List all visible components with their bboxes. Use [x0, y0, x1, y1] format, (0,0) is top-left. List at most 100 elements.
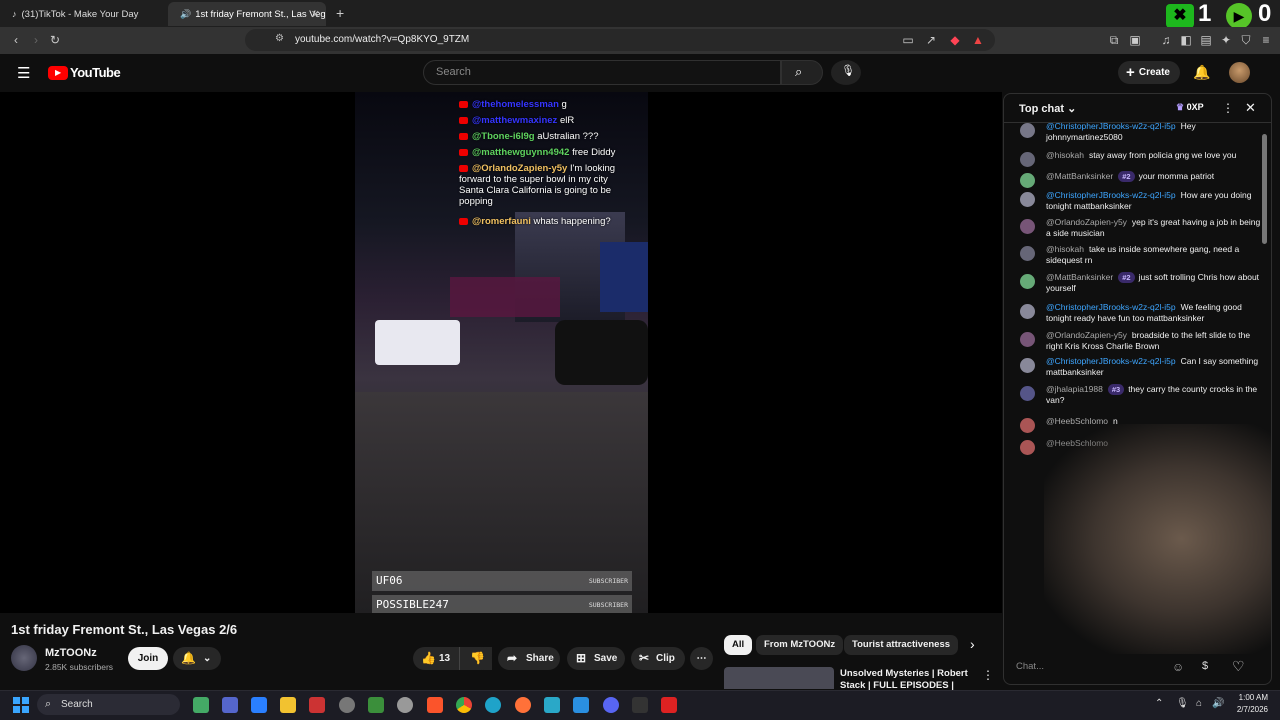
clock-date[interactable]: 2/7/2026: [1232, 705, 1268, 714]
chevron-up-icon[interactable]: ⌃: [1155, 698, 1163, 709]
share-button[interactable]: ➦ Share: [498, 647, 560, 670]
close-chat-icon[interactable]: ✕: [1245, 100, 1256, 116]
chat-author[interactable]: @hisokah: [1046, 244, 1084, 254]
clock-time[interactable]: 1:00 AM: [1234, 693, 1268, 702]
super-chat-icon[interactable]: $: [1202, 660, 1208, 672]
network-icon[interactable]: ⌂: [1196, 698, 1202, 709]
chat-author[interactable]: @hisokah: [1046, 150, 1084, 160]
chat-avatar[interactable]: [1020, 418, 1035, 433]
chat-author[interactable]: @MattBanksinker: [1046, 272, 1113, 282]
microphone-tray-icon[interactable]: 🎙: [1176, 698, 1189, 709]
app-icon[interactable]: [193, 697, 209, 713]
tab-tiktok[interactable]: ♪ (31)TikTok - Make Your Day: [4, 2, 164, 26]
app-icon[interactable]: [661, 697, 677, 713]
address-bar[interactable]: ⚙ youtube.com/watch?v=Qp8KYO_9TZM: [245, 29, 995, 51]
hamburger-menu-icon[interactable]: ☰: [17, 64, 30, 82]
account-avatar[interactable]: [1229, 62, 1250, 83]
chat-scrollbar[interactable]: [1262, 134, 1267, 244]
site-info-icon[interactable]: ⚙: [275, 33, 284, 44]
chat-author[interactable]: @ChristopherJBrooks-w2z-q2l-i5p: [1046, 302, 1176, 312]
chat-avatar[interactable]: [1020, 358, 1035, 373]
brave-browser-icon[interactable]: [427, 697, 443, 713]
menu-icon[interactable]: ≡: [1258, 32, 1274, 48]
reload-icon[interactable]: ↻: [47, 32, 63, 48]
vscode-icon[interactable]: [573, 697, 589, 713]
channel-name[interactable]: MzTOONz: [45, 647, 97, 659]
chat-avatar[interactable]: [1020, 274, 1035, 289]
youtube-logo-text[interactable]: YouTube: [70, 65, 121, 80]
chat-avatar[interactable]: [1020, 304, 1035, 319]
emoji-icon[interactable]: ☺: [1172, 660, 1184, 674]
join-button[interactable]: Join: [128, 647, 168, 670]
chevron-right-icon[interactable]: ›: [970, 636, 975, 652]
notification-bell-button[interactable]: 🔔 ⌄: [173, 647, 221, 670]
vpn-icon[interactable]: ⛉: [1238, 32, 1254, 48]
chat-author[interactable]: @OrlandoZapien-y5y: [1046, 330, 1127, 340]
file-explorer-icon[interactable]: [280, 697, 296, 713]
app-icon[interactable]: [222, 697, 238, 713]
chat-input[interactable]: Chat...: [1016, 656, 1176, 678]
chat-avatar[interactable]: [1020, 386, 1035, 401]
chat-avatar[interactable]: [1020, 246, 1035, 261]
brave-shield-icon[interactable]: ◆: [947, 32, 963, 48]
sidebar-icon[interactable]: ◧: [1178, 32, 1194, 48]
new-tab-button[interactable]: +: [336, 5, 344, 21]
recommendation-title[interactable]: Unsolved Mysteries | Robert Stack | FULL…: [840, 668, 970, 690]
chat-avatar[interactable]: [1020, 440, 1035, 455]
chat-mode-selector[interactable]: Top chat ⌄: [1019, 102, 1076, 115]
clip-button[interactable]: ✂ Clip: [631, 647, 685, 670]
chat-avatar[interactable]: [1020, 173, 1035, 188]
forward-icon[interactable]: ›: [28, 32, 44, 48]
youtube-logo-icon[interactable]: ▶: [48, 66, 68, 80]
more-actions-button[interactable]: ⋯: [690, 647, 713, 670]
app-icon[interactable]: [544, 697, 560, 713]
dislike-button[interactable]: 👎: [459, 647, 492, 670]
windows-start-icon[interactable]: [13, 697, 29, 713]
channel-avatar[interactable]: [11, 645, 37, 671]
create-button[interactable]: + Create: [1118, 61, 1180, 84]
media-icon[interactable]: ♫: [1158, 32, 1174, 48]
extensions-icon[interactable]: ⧉: [1106, 32, 1122, 48]
discord-icon[interactable]: [603, 697, 619, 713]
chat-author[interactable]: @ChristopherJBrooks-w2z-q2l-i5p: [1046, 190, 1176, 200]
chip-tourist[interactable]: Tourist attractiveness: [844, 635, 959, 655]
cast-icon[interactable]: ▭: [900, 32, 916, 48]
chat-author[interactable]: @ChristopherJBrooks-w2z-q2l-i5p: [1046, 121, 1176, 131]
chip-from-channel[interactable]: From MzTOONz: [756, 635, 844, 655]
chat-avatar[interactable]: [1020, 332, 1035, 347]
chat-author[interactable]: @ChristopherJBrooks-w2z-q2l-i5p: [1046, 356, 1176, 366]
voice-search-button[interactable]: 🎙: [831, 60, 861, 85]
ai-icon[interactable]: ✦: [1218, 32, 1234, 48]
share-page-icon[interactable]: ↗: [923, 32, 939, 48]
volume-icon[interactable]: 🔊: [1212, 698, 1224, 709]
app-icon[interactable]: [309, 697, 325, 713]
recommendation-thumbnail[interactable]: [724, 667, 834, 689]
heart-icon[interactable]: ♡: [1232, 658, 1245, 675]
app-icon[interactable]: [251, 697, 267, 713]
chat-menu-icon[interactable]: ⋮: [1222, 101, 1234, 115]
app-icon[interactable]: [368, 697, 384, 713]
taskbar-search[interactable]: ⌕ Search: [37, 694, 180, 715]
back-icon[interactable]: ‹: [8, 32, 24, 48]
chat-author[interactable]: @OrlandoZapien-y5y: [1046, 217, 1127, 227]
chat-avatar[interactable]: [1020, 152, 1035, 167]
video-frame[interactable]: @thehomelessman g @matthewmaxinez elR @T…: [355, 92, 648, 613]
chat-author[interactable]: @MattBanksinker: [1046, 171, 1113, 181]
screenshot-icon[interactable]: ▣: [1127, 32, 1143, 48]
chat-author[interactable]: @jhalapia1988: [1046, 384, 1103, 394]
tab-youtube[interactable]: 🔊 1st friday Fremont St., Las Veg ✕: [168, 2, 326, 26]
app-icon[interactable]: [397, 697, 413, 713]
notifications-icon[interactable]: 🔔: [1193, 64, 1210, 81]
chrome-icon[interactable]: [456, 697, 472, 713]
close-tab-icon[interactable]: ✕: [311, 8, 320, 21]
edge-icon[interactable]: [485, 697, 501, 713]
points-badge[interactable]: ♛ 0XP: [1176, 102, 1204, 113]
save-button[interactable]: ⊞ Save: [567, 647, 625, 670]
chip-all[interactable]: All: [724, 635, 753, 655]
search-button[interactable]: ⌕: [781, 60, 823, 85]
app-icon[interactable]: [339, 697, 355, 713]
chat-avatar[interactable]: [1020, 219, 1035, 234]
chat-avatar[interactable]: [1020, 123, 1035, 138]
audio-icon[interactable]: 🔊: [180, 9, 191, 20]
rewards-icon[interactable]: ▲: [970, 32, 986, 48]
